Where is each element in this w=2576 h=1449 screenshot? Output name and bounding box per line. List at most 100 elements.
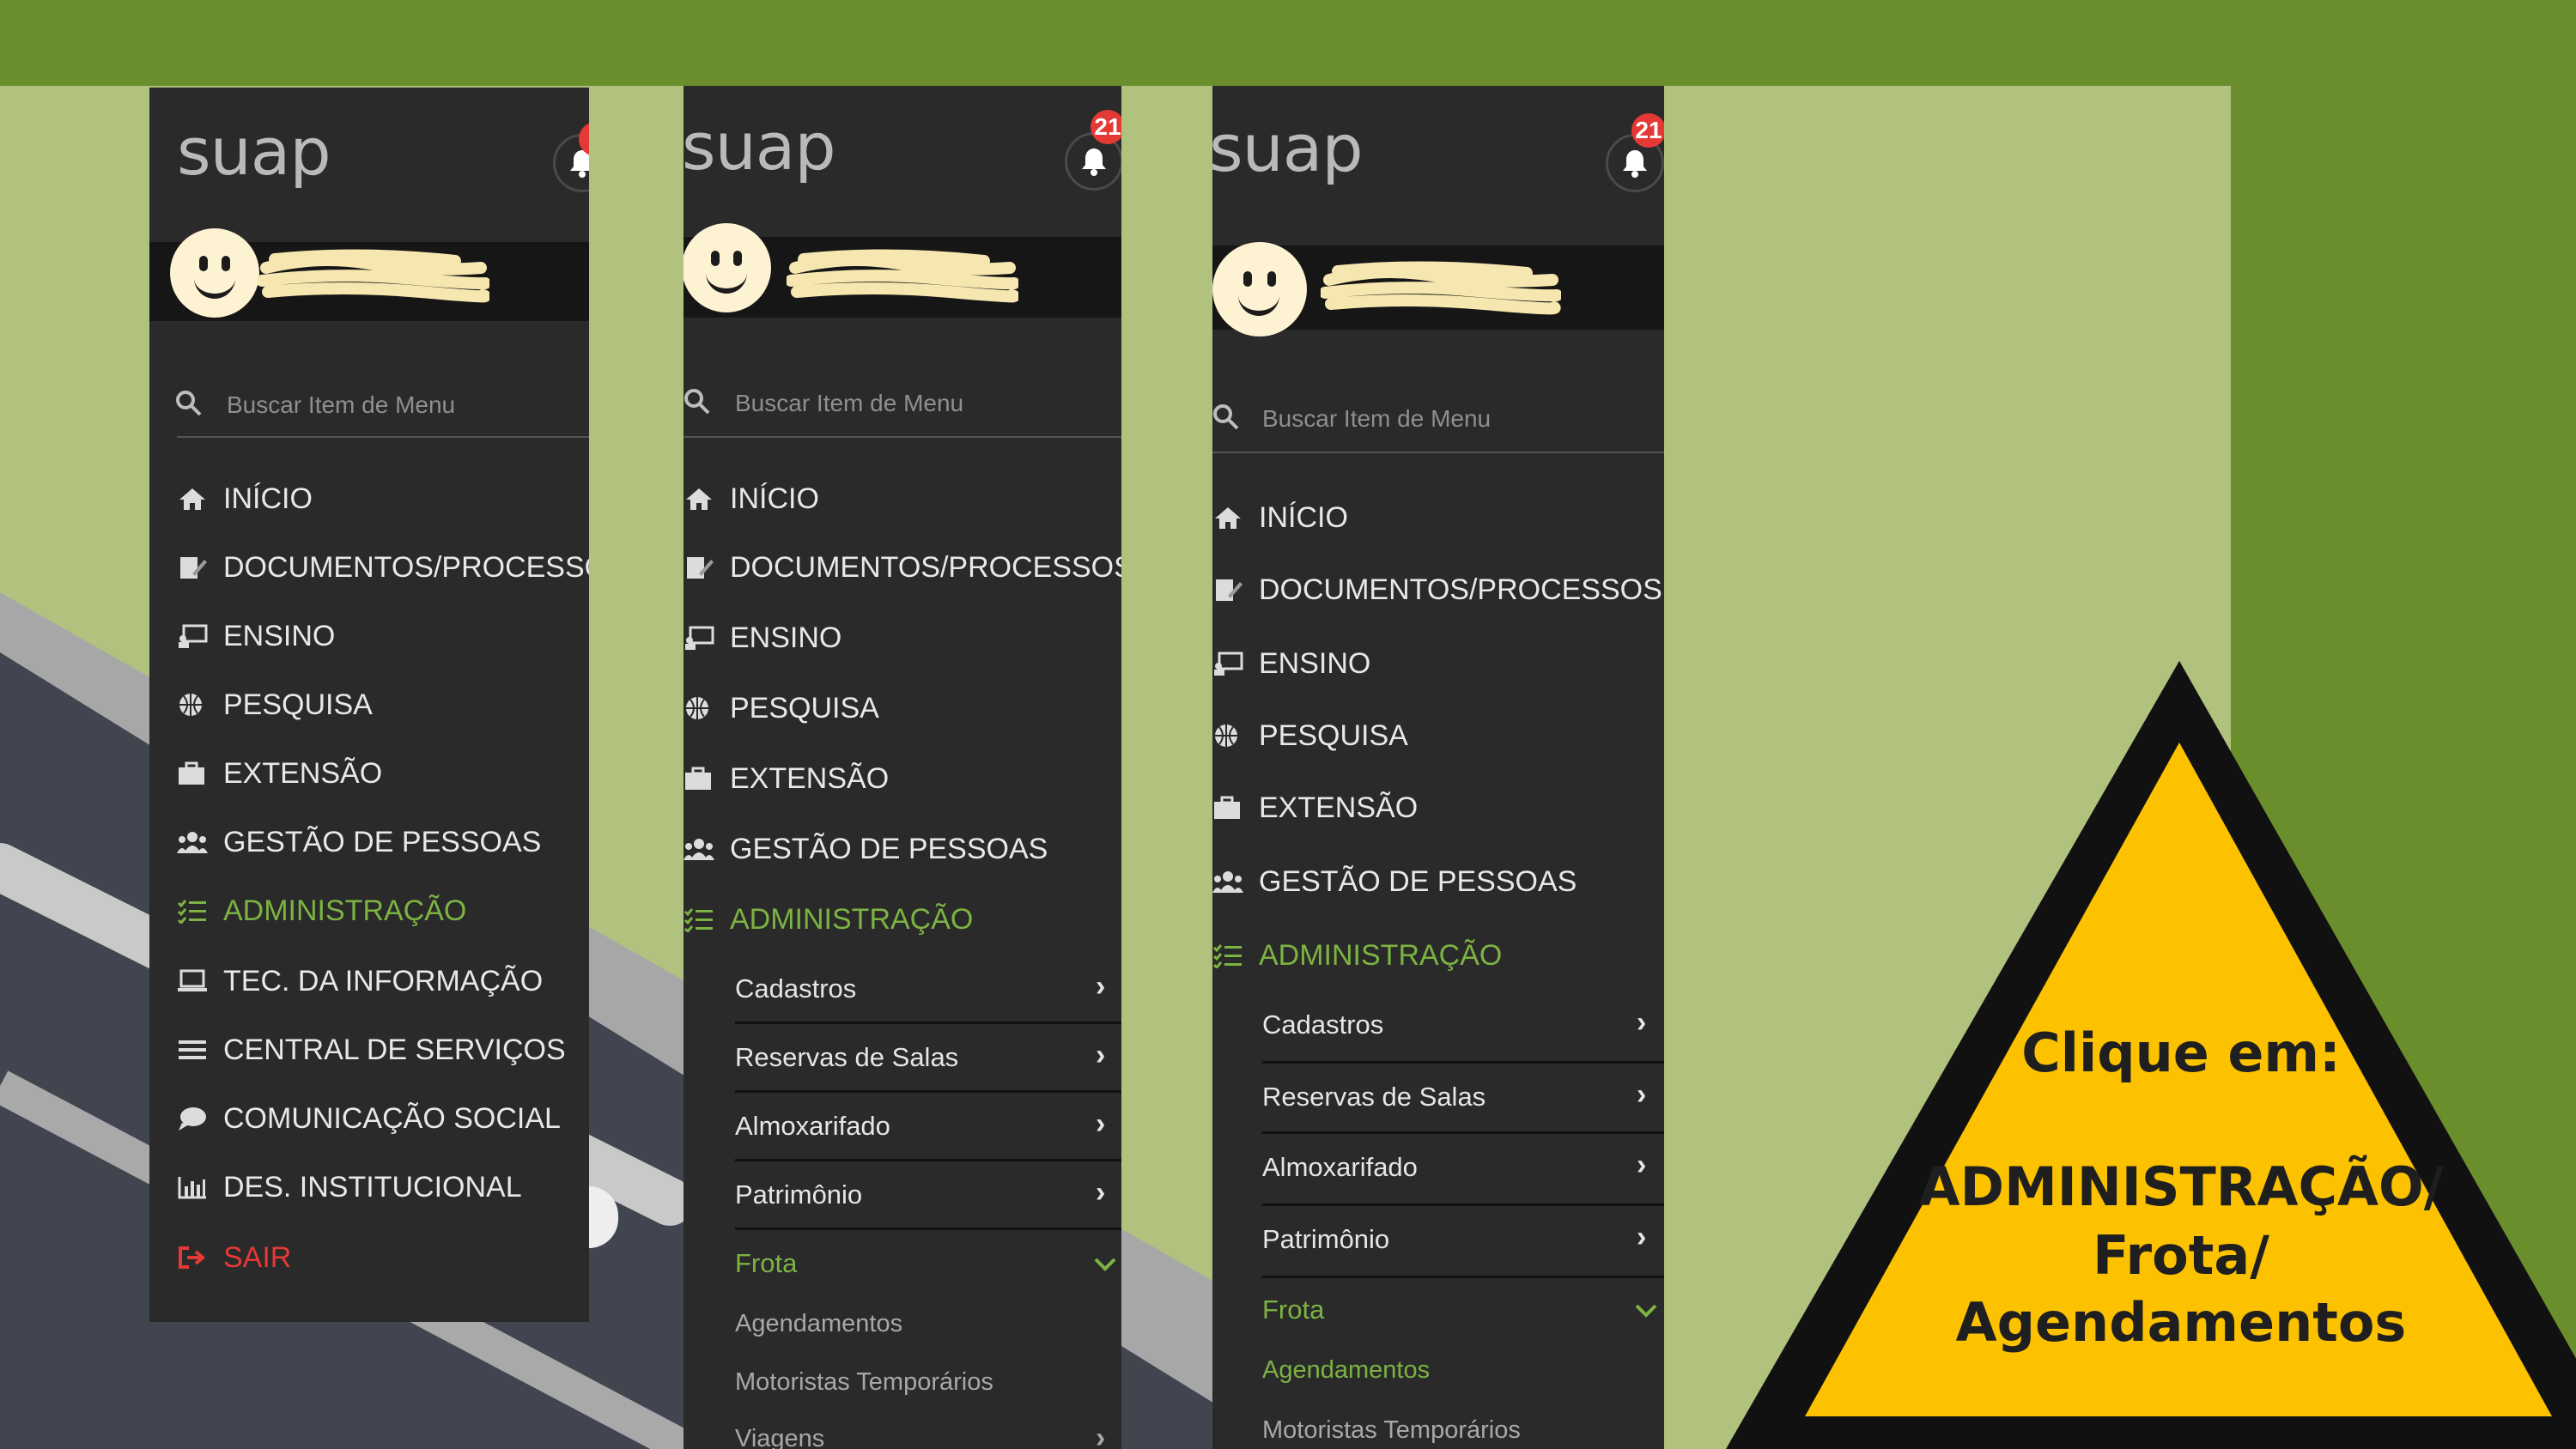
suap-logo: suap bbox=[1212, 110, 1364, 186]
suap-logo: suap bbox=[683, 108, 836, 185]
avatar[interactable] bbox=[1212, 242, 1307, 336]
submenu-reservas-salas[interactable]: Reservas de Salas bbox=[735, 1042, 958, 1073]
search-icon bbox=[684, 389, 710, 415]
menu-item-documentos[interactable]: DOCUMENTOS/PROCESSOS bbox=[683, 551, 1121, 585]
menu-item-pesquisa[interactable]: PESQUISA bbox=[177, 688, 373, 722]
teaching-icon bbox=[685, 626, 714, 650]
users-icon bbox=[683, 839, 714, 860]
menu-item-ensino[interactable]: ENSINO bbox=[1212, 647, 1370, 681]
search-underline bbox=[1212, 452, 1664, 453]
warning-line-2: ADMINISTRAÇÃO/ bbox=[1918, 1155, 2444, 1218]
menu-item-gestao-pessoas[interactable]: GESTÃO DE PESSOAS bbox=[683, 833, 1048, 866]
chevron-right-icon: › bbox=[1096, 1176, 1106, 1209]
divider bbox=[735, 1090, 1121, 1093]
submenu-patrimonio[interactable]: Patrimônio bbox=[735, 1179, 862, 1210]
menu-item-administracao[interactable]: ADMINISTRAÇÃO bbox=[1212, 939, 1502, 973]
search-input[interactable]: Buscar Item de Menu bbox=[735, 390, 963, 417]
tasks-icon bbox=[177, 900, 206, 924]
home-icon bbox=[686, 488, 712, 510]
menu-item-extensao[interactable]: EXTENSÃO bbox=[1212, 791, 1418, 825]
briefcase-icon bbox=[179, 761, 204, 785]
warning-line-1: Clique em: bbox=[2021, 1022, 2341, 1084]
tasks-icon bbox=[1212, 944, 1242, 968]
menu-item-pesquisa[interactable]: PESQUISA bbox=[1212, 719, 1408, 753]
document-edit-icon bbox=[1216, 579, 1242, 601]
sidebar-screenshot-1: suap 2 Buscar Item de Menu INÍCIO DOCUME… bbox=[149, 88, 589, 1322]
menu-item-inicio[interactable]: INÍCIO bbox=[177, 482, 313, 516]
avatar[interactable] bbox=[170, 228, 259, 318]
redacted-username bbox=[787, 249, 1018, 303]
bar-chart-icon bbox=[178, 1177, 206, 1199]
menu-item-inicio[interactable]: INÍCIO bbox=[683, 482, 819, 516]
globe-icon bbox=[686, 697, 708, 719]
submenu-patrimonio[interactable]: Patrimônio bbox=[1262, 1224, 1389, 1255]
menu-item-administracao[interactable]: ADMINISTRAÇÃO bbox=[683, 903, 973, 937]
tasks-icon bbox=[683, 908, 713, 932]
divider bbox=[735, 1228, 1121, 1230]
sidebar-screenshot-3: suap 21 Buscar Item de Menu INÍCIO DOCUM… bbox=[1212, 86, 1664, 1449]
avatar[interactable] bbox=[683, 223, 771, 312]
redacted-username bbox=[1321, 261, 1561, 315]
home-icon bbox=[1215, 507, 1241, 529]
search-underline bbox=[683, 436, 1121, 438]
chevron-right-icon: › bbox=[1096, 970, 1106, 1003]
menu-item-ensino[interactable]: ENSINO bbox=[177, 620, 335, 653]
chevron-right-icon: › bbox=[1096, 1107, 1106, 1140]
menu-item-ensino[interactable]: ENSINO bbox=[683, 621, 841, 655]
laptop-icon bbox=[178, 969, 207, 991]
document-edit-icon bbox=[687, 557, 714, 579]
menu-item-central-servicos[interactable]: CENTRAL DE SERVIÇOS bbox=[177, 1034, 566, 1067]
notification-badge: 21 bbox=[1091, 110, 1121, 144]
list-icon bbox=[179, 1040, 206, 1059]
briefcase-icon bbox=[685, 767, 711, 790]
menu-item-sair[interactable]: SAIR bbox=[177, 1241, 291, 1275]
chevron-right-icon: › bbox=[1096, 1039, 1106, 1071]
submenu-almoxarifado[interactable]: Almoxarifado bbox=[735, 1111, 890, 1142]
comment-icon bbox=[179, 1107, 206, 1131]
search-input[interactable]: Buscar Item de Menu bbox=[1262, 405, 1491, 433]
menu-item-extensao[interactable]: EXTENSÃO bbox=[177, 757, 382, 791]
notification-badge: 21 bbox=[1631, 113, 1664, 148]
sign-out-icon bbox=[179, 1246, 206, 1269]
menu-item-documentos[interactable]: DOCUMENTOS/PROCESSOS bbox=[1212, 573, 1662, 607]
menu-item-administracao[interactable]: ADMINISTRAÇÃO bbox=[177, 894, 466, 928]
search-underline bbox=[177, 436, 589, 438]
divider bbox=[1262, 1276, 1664, 1278]
menu-item-extensao[interactable]: EXTENSÃO bbox=[683, 762, 889, 796]
submenu-cadastros[interactable]: Cadastros bbox=[735, 973, 856, 1004]
menu-item-documentos[interactable]: DOCUMENTOS/PROCESSOS bbox=[177, 551, 589, 585]
chevron-right-icon: › bbox=[1637, 1149, 1647, 1181]
chevron-down-icon bbox=[1635, 1304, 1657, 1318]
menu-item-gestao-pessoas[interactable]: GESTÃO DE PESSOAS bbox=[177, 826, 541, 859]
divider bbox=[1262, 1061, 1664, 1064]
search-input[interactable]: Buscar Item de Menu bbox=[227, 391, 455, 419]
menu-item-pesquisa[interactable]: PESQUISA bbox=[683, 692, 879, 725]
warning-line-4: Agendamentos bbox=[1955, 1291, 2407, 1354]
chevron-down-icon bbox=[1094, 1258, 1116, 1271]
submenu-frota[interactable]: Frota bbox=[735, 1248, 797, 1279]
redacted-username bbox=[258, 249, 489, 303]
menu-item-comunicacao-social[interactable]: COMUNICAÇÃO SOCIAL bbox=[177, 1102, 561, 1136]
frota-agendamentos[interactable]: Agendamentos bbox=[735, 1310, 902, 1338]
divider bbox=[735, 1022, 1121, 1024]
frota-viagens[interactable]: Viagens bbox=[735, 1425, 824, 1449]
menu-item-des-institucional[interactable]: DES. INSTITUCIONAL bbox=[177, 1171, 522, 1204]
suap-logo: suap bbox=[177, 113, 331, 190]
document-edit-icon bbox=[180, 557, 207, 579]
divider bbox=[735, 1159, 1121, 1161]
submenu-reservas-salas[interactable]: Reservas de Salas bbox=[1262, 1082, 1485, 1113]
frota-motoristas-temporarios[interactable]: Motoristas Temporários bbox=[735, 1368, 993, 1397]
menu-item-gestao-pessoas[interactable]: GESTÃO DE PESSOAS bbox=[1212, 865, 1577, 899]
globe-icon bbox=[1215, 724, 1237, 747]
submenu-frota[interactable]: Frota bbox=[1262, 1294, 1324, 1325]
teaching-icon bbox=[1214, 652, 1243, 676]
submenu-cadastros[interactable]: Cadastros bbox=[1262, 1009, 1383, 1040]
menu-item-tec-informacao[interactable]: TEC. DA INFORMAÇÃO bbox=[177, 965, 543, 998]
menu-item-inicio[interactable]: INÍCIO bbox=[1212, 501, 1348, 535]
briefcase-icon bbox=[1214, 796, 1240, 819]
search-icon bbox=[176, 391, 202, 416]
frota-agendamentos[interactable]: Agendamentos bbox=[1262, 1356, 1430, 1385]
frota-motoristas-temporarios[interactable]: Motoristas Temporários bbox=[1262, 1416, 1521, 1445]
submenu-almoxarifado[interactable]: Almoxarifado bbox=[1262, 1152, 1418, 1183]
home-icon bbox=[179, 488, 205, 510]
